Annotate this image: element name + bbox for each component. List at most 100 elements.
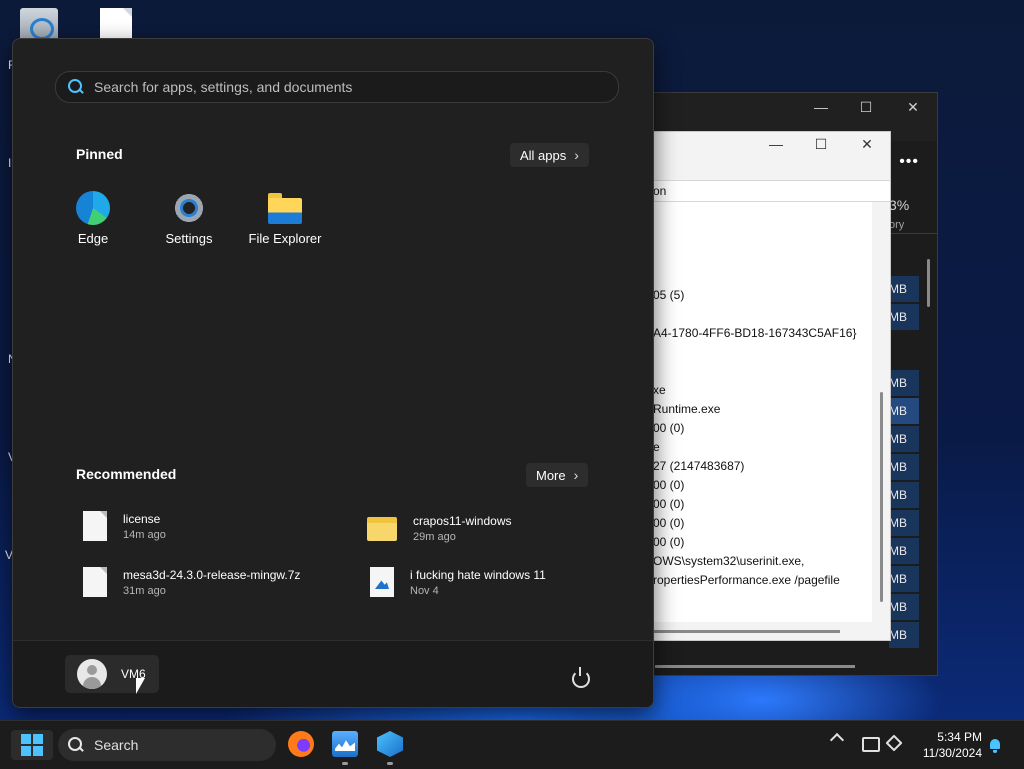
- recommended-item[interactable]: mesa3d-24.3.0-release-mingw.7z 31m ago: [83, 567, 300, 597]
- memory-cell: MB: [889, 304, 919, 330]
- property-line: A4-1780-4FF6-BD18-167343C5AF16}: [653, 326, 857, 340]
- property-line: OWS\system32\userinit.exe,: [653, 554, 805, 568]
- pinned-app-label: Settings: [165, 231, 213, 246]
- property-line: 00 (0): [653, 535, 685, 549]
- clock[interactable]: 5:34 PM 11/30/2024: [910, 729, 982, 761]
- firefox-icon[interactable]: [288, 731, 314, 757]
- memory-cell: MB: [889, 398, 919, 424]
- show-hidden-icons-chevron-icon[interactable]: [829, 732, 845, 748]
- memory-cell: MB: [889, 276, 919, 302]
- memory-cell: MB: [889, 566, 919, 592]
- recommended-time: 29m ago: [413, 531, 456, 543]
- recommended-name: i fucking hate windows 11: [410, 567, 546, 582]
- close-button[interactable]: ✕: [898, 99, 928, 116]
- all-apps-button[interactable]: All apps ›: [510, 143, 589, 167]
- app-cube-icon[interactable]: [377, 731, 403, 757]
- search-placeholder: Search for apps, settings, and documents: [94, 79, 353, 95]
- desktop-document-icon[interactable]: [100, 8, 132, 40]
- recommended-name: license: [123, 511, 161, 526]
- recommended-item[interactable]: license 14m ago: [83, 511, 166, 541]
- windows-logo-pane: [21, 746, 31, 756]
- property-line: Runtime.exe: [653, 402, 721, 416]
- desktop-icon-label-fragment: I: [8, 156, 12, 170]
- pinned-app-settings[interactable]: Settings: [149, 191, 229, 246]
- property-line: 27 (2147483687): [653, 459, 745, 473]
- network-icon[interactable]: [862, 737, 880, 752]
- minimize-button[interactable]: —: [762, 136, 790, 152]
- vertical-scrollbar[interactable]: [927, 259, 930, 307]
- memory-cell: MB: [889, 454, 919, 480]
- recommended-time: Nov 4: [410, 584, 439, 597]
- desktop: R I N V V — ☐ ✕ ••• 3% ory MB MB MB MB M…: [0, 0, 1024, 720]
- document-icon: [83, 511, 107, 541]
- start-search-input[interactable]: Search for apps, settings, and documents: [55, 71, 619, 103]
- recommended-heading: Recommended: [76, 466, 177, 482]
- document-icon: [83, 567, 107, 597]
- pinned-app-label: File Explorer: [248, 231, 322, 246]
- pinned-heading: Pinned: [76, 146, 123, 162]
- memory-cell: MB: [889, 622, 919, 648]
- property-line: 05 (5): [653, 288, 685, 302]
- start-menu: Search for apps, settings, and documents…: [12, 38, 654, 708]
- minimize-button[interactable]: —: [806, 99, 836, 115]
- maximize-button[interactable]: ☐: [851, 99, 881, 116]
- notification-bell-icon[interactable]: [990, 739, 1000, 753]
- search-icon: [68, 737, 84, 753]
- all-apps-label: All apps: [520, 148, 567, 163]
- search-icon: [68, 79, 84, 95]
- memory-cell: MB: [889, 594, 919, 620]
- clock-date: 11/30/2024: [922, 746, 982, 760]
- recommended-name: mesa3d-24.3.0-release-mingw.7z: [123, 567, 301, 582]
- windows-logo-pane: [33, 746, 43, 756]
- horizontal-scrollbar[interactable]: [653, 630, 840, 633]
- memory-cell: MB: [889, 482, 919, 508]
- memory-percent: 3%: [889, 197, 910, 213]
- start-footer: VM6: [13, 640, 653, 707]
- property-line: xe: [653, 383, 666, 397]
- property-line: e: [653, 440, 660, 454]
- windows-logo-pane: [33, 734, 43, 744]
- zip-folder-icon: [367, 516, 397, 541]
- chevron-right-icon: ›: [574, 147, 579, 163]
- pinned-app-label: Edge: [77, 231, 109, 246]
- recommended-item[interactable]: crapos11-windows 29m ago: [367, 514, 512, 543]
- running-indicator: [342, 762, 348, 765]
- taskbar: Search 5:34 PM 11/30/2024: [0, 720, 1024, 769]
- horizontal-scrollbar[interactable]: [655, 665, 855, 668]
- recycle-bin-icon[interactable]: [20, 8, 58, 42]
- clock-time: 5:34 PM: [937, 730, 982, 744]
- start-button[interactable]: [11, 730, 53, 760]
- windows-logo-pane: [21, 734, 31, 744]
- taskbar-search-box[interactable]: Search: [58, 729, 276, 761]
- memory-cell: MB: [889, 426, 919, 452]
- memory-cell: MB: [889, 538, 919, 564]
- task-manager-icon[interactable]: [332, 731, 358, 757]
- property-line: 00 (0): [653, 478, 685, 492]
- memory-column-label: ory: [889, 219, 905, 231]
- mouse-cursor-icon: [136, 678, 145, 694]
- edge-icon: [76, 191, 110, 225]
- pinned-app-edge[interactable]: Edge: [53, 191, 133, 246]
- memory-cell: MB: [889, 510, 919, 536]
- more-options-icon[interactable]: •••: [899, 153, 919, 171]
- power-icon[interactable]: [572, 667, 590, 688]
- recommended-item[interactable]: i fucking hate windows 11 Nov 4: [370, 567, 546, 597]
- property-line: 00 (0): [653, 516, 685, 530]
- recommended-name: crapos11-windows: [413, 514, 512, 528]
- pinned-app-file-explorer[interactable]: File Explorer: [245, 191, 325, 246]
- running-indicator: [387, 762, 393, 765]
- chevron-right-icon: ›: [573, 467, 579, 483]
- close-button[interactable]: ✕: [853, 136, 881, 153]
- property-line: 00 (0): [653, 421, 685, 435]
- volume-muted-icon[interactable]: [885, 734, 903, 752]
- recommended-time: 14m ago: [123, 528, 166, 541]
- image-file-icon: [370, 567, 394, 597]
- more-button[interactable]: More ›: [526, 463, 589, 487]
- vertical-scrollbar[interactable]: [880, 392, 883, 602]
- more-label: More: [536, 468, 566, 483]
- recommended-time: 31m ago: [123, 584, 166, 597]
- folder-icon: [268, 191, 302, 225]
- taskbar-search-label: Search: [94, 737, 139, 753]
- maximize-button[interactable]: ☐: [807, 136, 835, 153]
- avatar: [77, 659, 107, 689]
